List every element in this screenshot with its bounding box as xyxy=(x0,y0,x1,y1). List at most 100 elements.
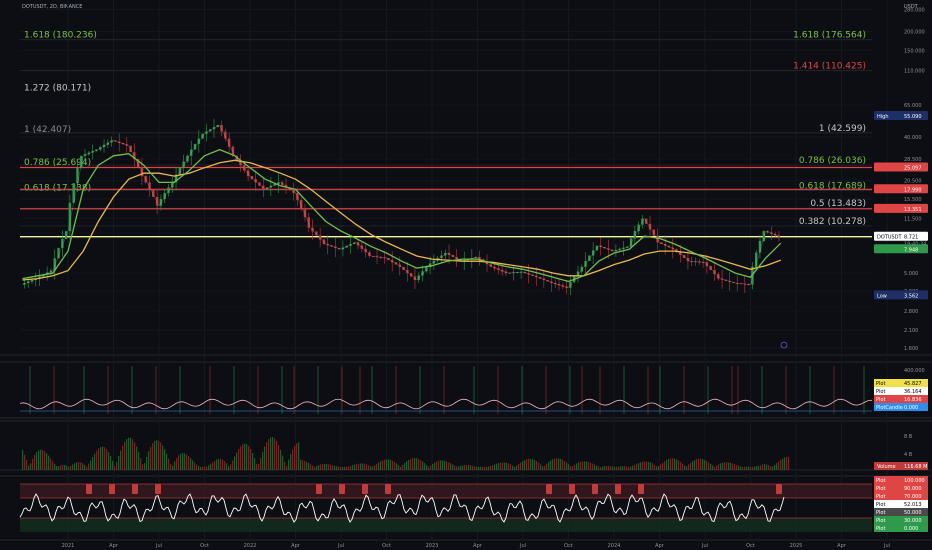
volume-bar xyxy=(22,449,24,470)
time-tick-label: 2022 xyxy=(244,543,257,549)
volume-bar xyxy=(642,461,644,470)
volume-bar xyxy=(192,460,194,470)
volume-bar xyxy=(244,443,246,470)
volume-bar xyxy=(674,458,676,470)
volume-bar xyxy=(590,462,592,470)
volume-bar xyxy=(640,462,642,470)
volume-bar xyxy=(132,439,134,470)
volume-bar xyxy=(350,465,352,470)
volume-bar xyxy=(46,453,48,470)
volume-bar xyxy=(60,465,62,470)
chart-canvas[interactable]: 280.000 200.000 150.000 110.000 65.000 40.000… xyxy=(0,0,932,550)
volume-bar xyxy=(742,466,744,470)
volume-bar xyxy=(620,466,622,470)
volume-bar xyxy=(768,465,770,470)
volume-bar xyxy=(160,442,162,470)
time-tick-label: Oct xyxy=(564,543,573,549)
ma-fast-line xyxy=(22,148,782,283)
rsi-tag-value: 90.000 xyxy=(904,486,922,492)
volume-bar xyxy=(184,453,186,470)
volume-bar xyxy=(594,464,596,470)
overbought-marker xyxy=(109,484,115,494)
volume-bar xyxy=(548,461,550,470)
volume-bar xyxy=(720,463,722,470)
volume-bar xyxy=(598,466,600,470)
volume-bar xyxy=(472,465,474,470)
overbought-marker xyxy=(132,484,138,494)
volume-bar xyxy=(562,459,564,470)
volume-bar xyxy=(208,465,210,470)
volume-bar xyxy=(684,465,686,470)
price-candle xyxy=(155,196,159,206)
volume-bar xyxy=(544,465,546,470)
volume-bar xyxy=(522,461,524,470)
volume-bar xyxy=(386,459,388,470)
volume-bar xyxy=(496,463,498,470)
volume-bar xyxy=(260,457,262,470)
volume-bar xyxy=(166,453,168,470)
volume-bar xyxy=(658,466,660,470)
volume-bar xyxy=(296,443,298,470)
volume-bar xyxy=(694,459,696,470)
price-tick-label: 2.800 xyxy=(904,309,918,315)
volume-bar xyxy=(102,446,104,470)
volume-bar xyxy=(372,466,374,470)
volume-bar xyxy=(560,458,562,470)
volume-bar xyxy=(228,466,230,470)
rsi-value-tag: Plot 100.000 xyxy=(874,476,928,484)
volume-bar xyxy=(238,449,240,470)
volume-bar xyxy=(686,466,688,470)
time-tick-label: 2023 xyxy=(426,543,439,549)
volume-bar xyxy=(318,465,320,470)
volume-bar xyxy=(448,462,450,470)
volume-bar xyxy=(214,460,216,470)
fib-right-label: 1 (42.599) xyxy=(819,124,866,134)
rsi-tag-value: 100.000 xyxy=(904,478,925,484)
volume-bar xyxy=(630,466,632,470)
rsi-tag-label: Plot xyxy=(876,494,885,500)
volume-bar xyxy=(298,442,300,470)
fib-right-label: 0.5 (13.483) xyxy=(810,199,866,209)
volume-bar xyxy=(218,458,220,470)
volume-bar xyxy=(388,459,390,470)
volume-bar xyxy=(508,463,510,470)
volume-bar xyxy=(194,462,196,470)
volume-bar xyxy=(530,458,532,470)
volume-bar xyxy=(28,465,30,470)
time-tick-label: 2021 xyxy=(62,543,75,549)
volume-bar xyxy=(778,461,780,470)
rsi-tag-label: Plot xyxy=(876,478,885,484)
volume-bar xyxy=(698,458,700,470)
volume-bar xyxy=(704,459,706,470)
volume-bar xyxy=(76,462,78,470)
rsi-tag-value: 30.000 xyxy=(904,518,922,524)
volume-bar xyxy=(64,464,66,470)
volume-bar xyxy=(652,463,654,470)
overbought-zone xyxy=(20,484,872,498)
volume-bar xyxy=(34,455,36,470)
volume-bar xyxy=(716,465,718,470)
price-tick-label: 110.000 xyxy=(904,69,925,75)
volume-bar xyxy=(98,448,100,470)
volume-bar xyxy=(264,446,266,470)
price-candle xyxy=(762,231,765,241)
panel2-tag-value: 0.000 xyxy=(904,405,918,411)
volume-bar xyxy=(780,459,782,470)
high-tag-label: High xyxy=(877,114,889,120)
event-marker-icon xyxy=(780,341,788,349)
volume-bar xyxy=(226,463,228,470)
volume-bar xyxy=(212,462,214,470)
volume-bar xyxy=(632,465,634,470)
rsi-tag-value: 70.000 xyxy=(904,494,922,500)
volume-bar xyxy=(188,456,190,470)
volume-bar xyxy=(290,454,292,470)
volume-bar xyxy=(774,464,776,470)
volume-bar xyxy=(554,458,556,470)
volume-bar xyxy=(440,460,442,470)
volume-bar xyxy=(44,451,46,470)
volume-bar xyxy=(118,456,120,470)
last-price-tag: DOTUSDT 8.721 xyxy=(874,231,928,241)
volume-bar xyxy=(564,461,566,470)
volume-bar xyxy=(170,463,172,470)
volume-bar xyxy=(78,462,80,470)
